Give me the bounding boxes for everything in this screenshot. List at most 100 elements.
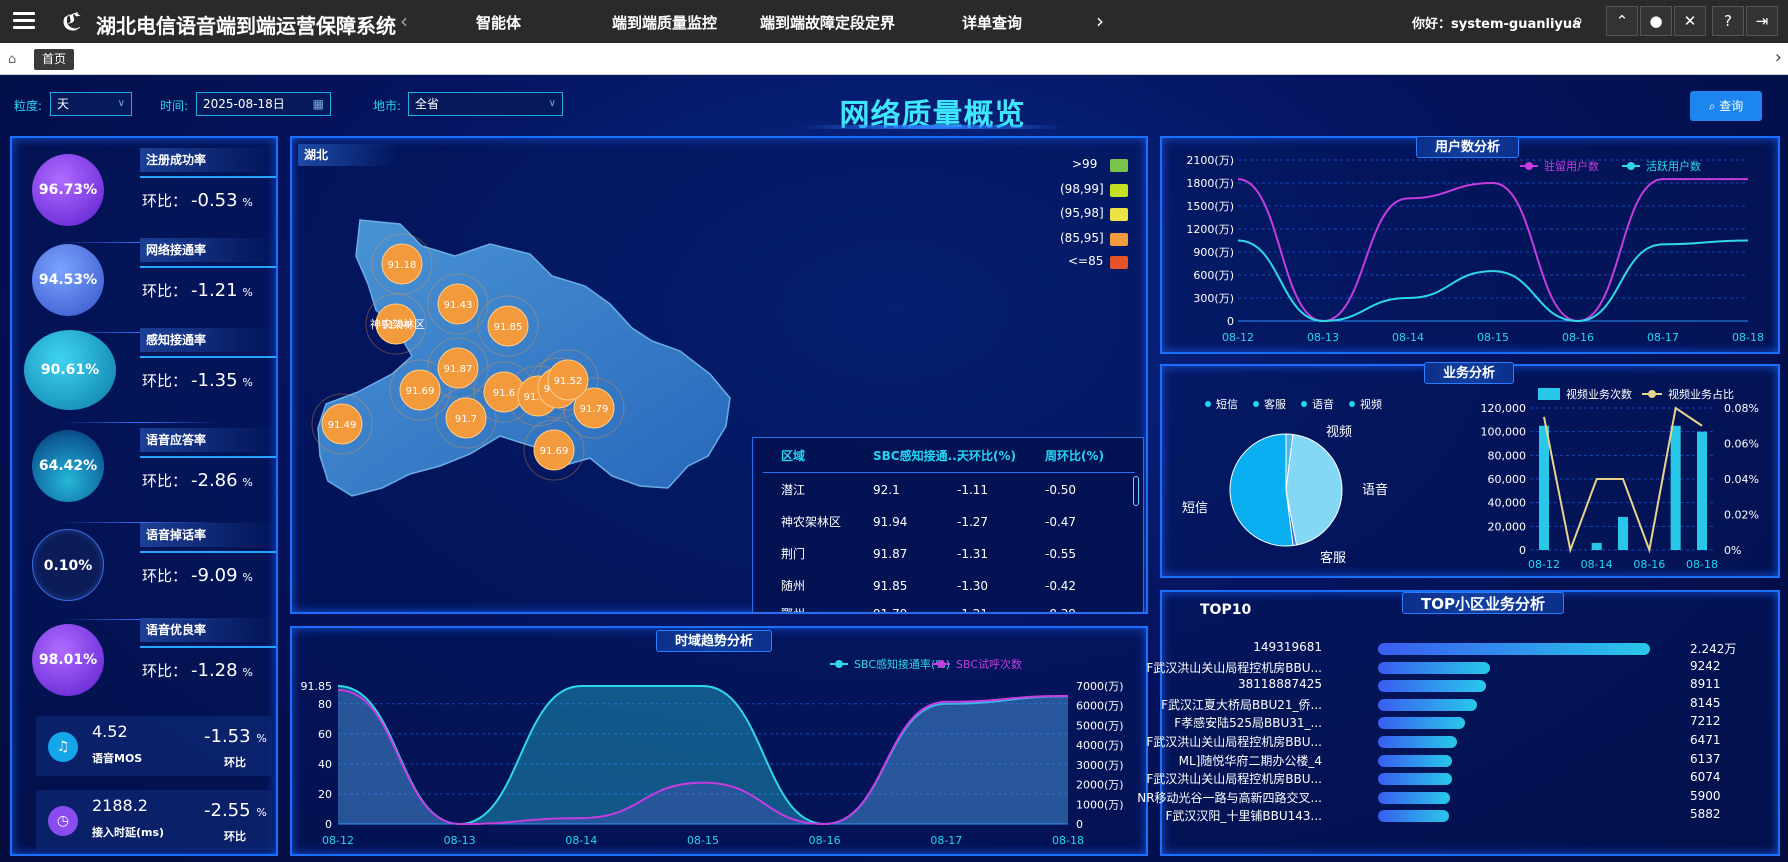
users-y-tick: 1200(万) [1186, 223, 1234, 236]
kpi-bubble: 64.42% [32, 430, 104, 502]
cell: 潜江 [781, 483, 806, 497]
nav-prev-icon[interactable]: ‹ [400, 9, 408, 33]
top10-row[interactable]: 149319681 2.242万 [1160, 640, 1780, 658]
top10-cell-name: ML]随悦华府二期办公楼_4 [1178, 753, 1322, 768]
top10-row[interactable]: ML]随悦华府二期办公楼_4 6137 [1160, 752, 1780, 770]
tab-home[interactable]: 首页 [34, 49, 75, 70]
top10-cell-name: F武汉洪山关山局程控机房BBU... [1146, 735, 1322, 749]
pie-slice [1285, 433, 1343, 546]
tools-icon[interactable]: ✕ [1674, 6, 1706, 36]
date-picker[interactable]: 2025-08-18日 ▦ [196, 92, 331, 116]
top10-row[interactable]: F武汉江夏大桥局BBU21_侨... 8145 [1160, 696, 1780, 714]
top10-value: 8911 [1690, 677, 1721, 692]
col-sbc: SBC感知接通... [873, 449, 962, 463]
table-row[interactable]: 鄂州 91.79 -1.21 -0.39 [753, 602, 1133, 612]
stat-ratio: -1.53 % [204, 726, 267, 747]
map-bubble-label: 91.6 [493, 388, 515, 399]
pie-legend-label: 短信 [1216, 397, 1238, 411]
table-row[interactable]: 随州 91.85 -1.30 -0.42 [753, 574, 1133, 598]
city-select[interactable]: 全省 ∨ [408, 92, 563, 116]
top10-bar [1378, 661, 1491, 674]
service-legend-label: 视频业务次数 [1566, 387, 1632, 401]
granularity-value: 天 [57, 97, 70, 111]
kpi-divider [140, 551, 276, 553]
trend-y2-tick: 2000(万) [1076, 779, 1124, 792]
query-button-label: 查询 [1719, 99, 1744, 113]
help-icon[interactable]: ? [1712, 6, 1744, 36]
users-x-tick: 08-12 [1222, 331, 1254, 344]
top10-row[interactable]: NR移动光谷一路与高新四路交叉... 5900 [1137, 789, 1780, 807]
map-bubble-label: 91.7 [455, 414, 477, 425]
pie-legend-dot [1301, 401, 1307, 407]
cell: -0.47 [1045, 515, 1077, 529]
top10-bar [1378, 754, 1453, 767]
table-scrollbar[interactable] [1133, 476, 1139, 506]
legend-swatch [1110, 184, 1128, 197]
service-x-tick: 08-18 [1686, 558, 1718, 571]
users-y-tick: 2100(万) [1186, 154, 1234, 167]
kpi-ratio-unit: % [242, 571, 253, 584]
title-decoration [800, 125, 1065, 129]
users-x-tick: 08-14 [1392, 331, 1424, 344]
kpi-name: 语音应答率 [140, 428, 276, 452]
kpi-separator [60, 422, 220, 423]
menu-icon[interactable] [13, 12, 35, 30]
trend-y-tick: 40 [318, 758, 332, 771]
top10-bar [1378, 717, 1466, 730]
granularity-select[interactable]: 天 ∨ [50, 92, 132, 116]
legend-swatch [1110, 208, 1128, 221]
top10-row[interactable]: F武汉洪山关山局程控机房BBU... 6074 [1146, 770, 1780, 788]
kpi-panel: 96.73% 注册成功率 环比： -0.53 % 94.53% 网络接通率 环比：… [10, 136, 278, 856]
tab-scroll-right-icon[interactable]: › [1775, 47, 1782, 68]
trend-x-tick: 08-18 [1052, 834, 1084, 847]
home-icon[interactable]: ⌂ [8, 52, 16, 67]
chevron-up-icon[interactable]: ⌃ [1606, 6, 1638, 36]
pie-slice-label: 短信 [1182, 501, 1208, 516]
query-button[interactable]: ⌕ 查询 [1690, 91, 1762, 121]
date-value: 2025-08-18日 [203, 97, 285, 111]
trend-y2-tick: 0 [1076, 818, 1083, 831]
legend-label: (98,99] [1060, 182, 1104, 196]
top10-cell-name: F孝感安陆525局BBU31_... [1174, 716, 1322, 731]
top-navigation-bar: ℭ 湖北电信语音端到端运营保障系统 ‹ 智能体 端到端质量监控 端到端故障定段定… [0, 0, 1788, 43]
stat-ratio-unit: % [256, 732, 267, 745]
chat-icon[interactable]: ● [1640, 6, 1672, 36]
top10-cell-name: NR移动光谷一路与高新四路交叉... [1137, 790, 1322, 805]
kpi-ratio: 环比： -0.53 % [142, 190, 253, 211]
nav-item-quality-monitor[interactable]: 端到端质量监控 [612, 12, 717, 33]
table-header-divider [763, 472, 1135, 473]
nav-item-fault-locate[interactable]: 端到端故障定段定界 [760, 12, 895, 33]
top10-row[interactable]: 38118887425 8911 [1160, 677, 1780, 695]
nav-next-icon[interactable]: › [1096, 9, 1104, 33]
top10-row[interactable]: F孝感安陆525局BBU31_... 7212 [1160, 714, 1780, 732]
top10-row[interactable]: F武汉洪山关山局程控机房BBU... 6471 [1146, 733, 1780, 751]
top10-bar [1378, 643, 1650, 655]
clock-icon: ◷ [48, 806, 78, 836]
table-row[interactable]: 潜江 92.1 -1.11 -0.50 [753, 478, 1133, 502]
region-table: 区域 SBC感知接通... 天环比(%) 周环比(%) 潜江 92.1 -1.11 -… [752, 437, 1144, 613]
top10-row[interactable]: F武汉洪山关山局程控机房BBU... 9242 [1146, 659, 1780, 677]
service-y2-tick: 0.04% [1724, 473, 1759, 486]
service-bar [1697, 431, 1707, 550]
service-y2-tick: 0% [1724, 544, 1741, 557]
nav-item-agent[interactable]: 智能体 [476, 12, 521, 33]
table-row[interactable]: 荆门 91.87 -1.31 -0.55 [753, 542, 1133, 566]
stat-ratio-label: 环比 [224, 830, 246, 843]
kpi-ratio: 环比： -9.09 % [142, 565, 253, 586]
logout-icon[interactable]: ⇥ [1746, 6, 1778, 36]
top10-row[interactable]: F武汉汉阳_十里铺BBU143... 5882 [1160, 807, 1780, 825]
trend-y-tick: 60 [318, 728, 332, 741]
kpi-ratio-unit: % [242, 476, 253, 489]
users-x-tick: 08-17 [1647, 331, 1679, 344]
nav-item-detail-query[interactable]: 详单查询 [962, 12, 1022, 33]
kpi-name: 语音掉话率 [140, 523, 276, 547]
service-bar [1670, 425, 1681, 550]
trend-x-tick: 08-17 [930, 834, 962, 847]
cell: -0.39 [1045, 602, 1076, 612]
table-row[interactable]: 神农架林区 91.94 -1.27 -0.47 [753, 510, 1133, 534]
service-legend-swatch [1538, 388, 1560, 400]
time-label: 时间: [160, 99, 189, 113]
top-subtitle: TOP10 [1200, 602, 1252, 618]
search-icon[interactable]: ⌕ [1562, 6, 1594, 36]
stat-ratio: -2.55 % [204, 800, 267, 821]
